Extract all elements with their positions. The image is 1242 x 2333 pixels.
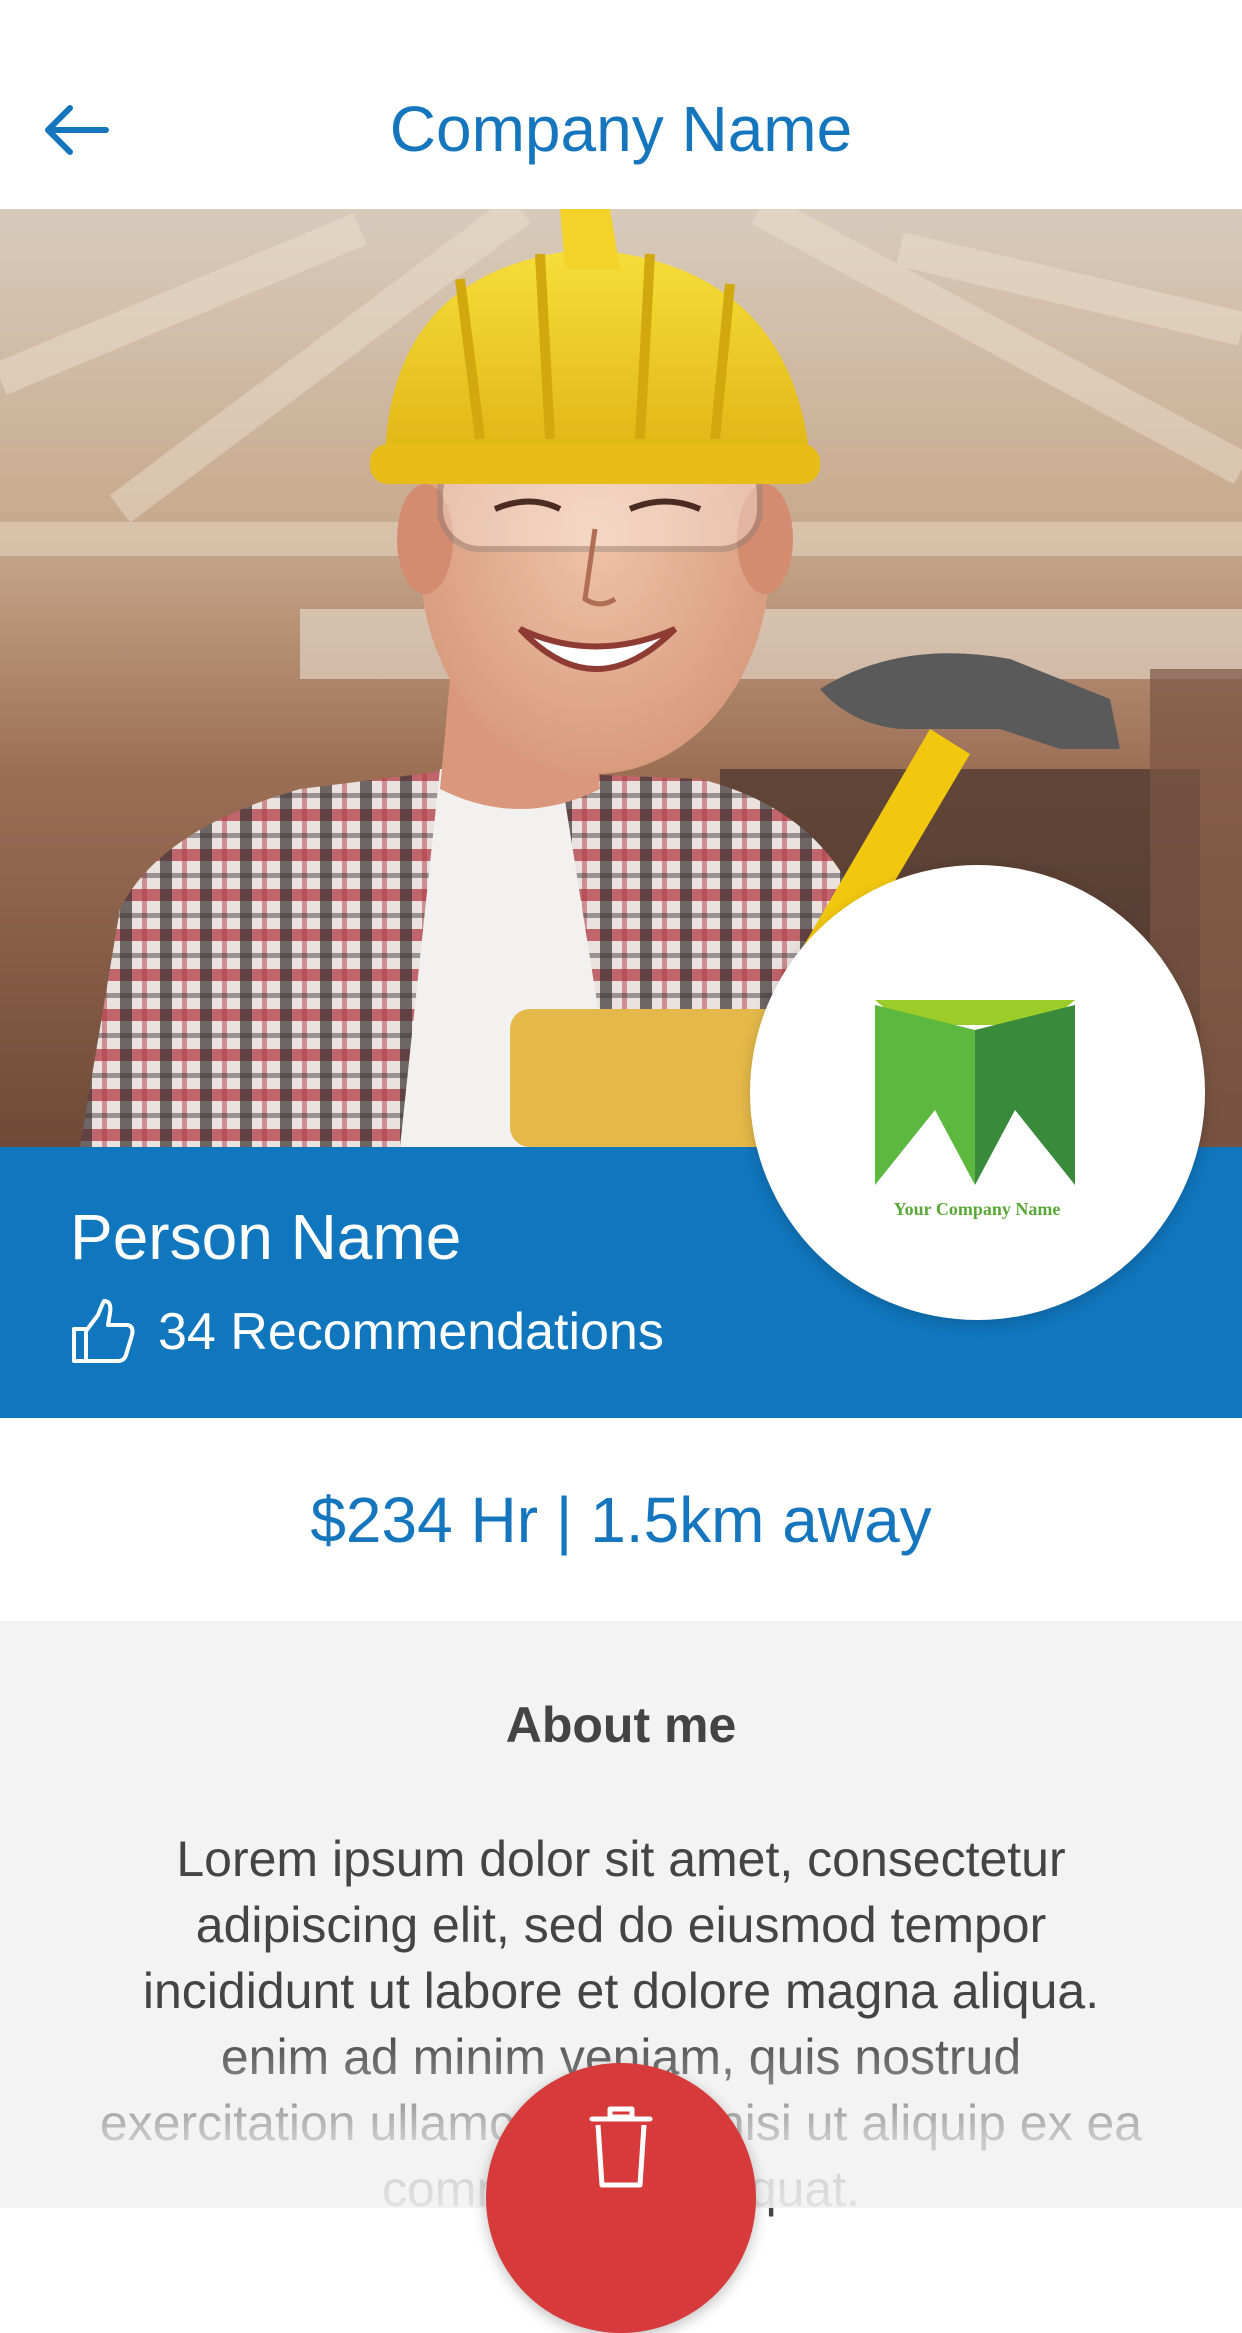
logo-company-text: Your Company Name bbox=[894, 1199, 1061, 1219]
about-title: About me bbox=[505, 1697, 737, 1753]
top-bar: Company Name bbox=[0, 0, 1242, 209]
page-title: Company Name bbox=[389, 93, 853, 165]
recommendations-label: 34 Recommendations bbox=[158, 1303, 664, 1361]
company-logo[interactable]: Your Company Name bbox=[750, 865, 1205, 1320]
company-logo-graphic: Your Company Name bbox=[875, 1000, 1075, 1219]
thumbs-up-icon bbox=[72, 1299, 135, 1363]
recommendations[interactable]: 34 Recommendations bbox=[68, 1292, 664, 1372]
delete-button[interactable] bbox=[486, 2063, 756, 2333]
trash-icon bbox=[589, 2106, 653, 2188]
person-name: Person Name bbox=[70, 1201, 462, 1273]
rate-distance: $234 Hr | 1.5km away bbox=[0, 1418, 1242, 1621]
